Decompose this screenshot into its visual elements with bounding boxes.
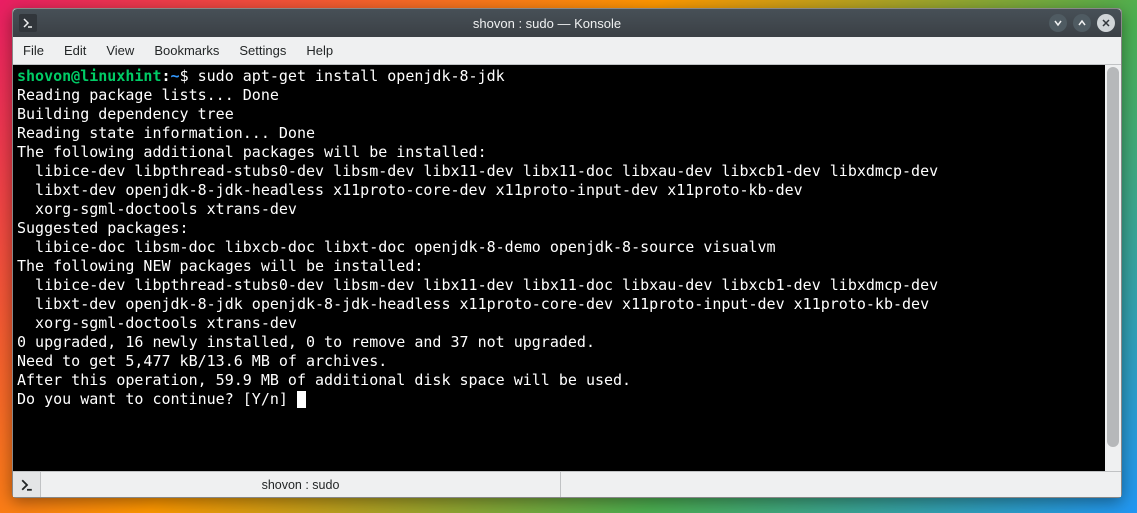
output-line: libice-dev libpthread-stubs0-dev libsm-d… <box>17 276 938 294</box>
menu-help[interactable]: Help <box>306 43 333 58</box>
output-line: xorg-sgml-doctools xtrans-dev <box>17 314 297 332</box>
output-line: Reading package lists... Done <box>17 86 279 104</box>
output-line: libxt-dev openjdk-8-jdk openjdk-8-jdk-he… <box>17 295 929 313</box>
output-line: libxt-dev openjdk-8-jdk-headless x11prot… <box>17 181 803 199</box>
maximize-button[interactable] <box>1073 14 1091 32</box>
tabbar: shovon : sudo <box>13 471 1121 497</box>
command-text: sudo apt-get install openjdk-8-jdk <box>189 67 505 85</box>
konsole-window: shovon : sudo — Konsole File Edit View B… <box>12 8 1122 498</box>
cursor-icon <box>297 391 306 408</box>
tab-label: shovon : sudo <box>262 478 340 492</box>
terminal-container: shovon@linuxhint:~$ sudo apt-get install… <box>13 65 1121 471</box>
menu-file[interactable]: File <box>23 43 44 58</box>
output-line: Suggested packages: <box>17 219 189 237</box>
prompt-colon: : <box>162 67 171 85</box>
output-line: 0 upgraded, 16 newly installed, 0 to rem… <box>17 333 595 351</box>
close-button[interactable] <box>1097 14 1115 32</box>
menu-bookmarks[interactable]: Bookmarks <box>154 43 219 58</box>
new-tab-button[interactable] <box>13 472 41 497</box>
prompt-user-host: shovon@linuxhint <box>17 67 162 85</box>
titlebar[interactable]: shovon : sudo — Konsole <box>13 9 1121 37</box>
output-line: libice-doc libsm-doc libxcb-doc libxt-do… <box>17 238 776 256</box>
menu-settings[interactable]: Settings <box>239 43 286 58</box>
output-line: Need to get 5,477 kB/13.6 MB of archives… <box>17 352 387 370</box>
output-line: The following NEW packages will be insta… <box>17 257 423 275</box>
menu-edit[interactable]: Edit <box>64 43 86 58</box>
output-line: libice-dev libpthread-stubs0-dev libsm-d… <box>17 162 938 180</box>
menu-view[interactable]: View <box>106 43 134 58</box>
window-title: shovon : sudo — Konsole <box>45 16 1049 31</box>
output-line: Reading state information... Done <box>17 124 315 142</box>
output-line: The following additional packages will b… <box>17 143 487 161</box>
output-line: xorg-sgml-doctools xtrans-dev <box>17 200 297 218</box>
prompt-dollar: $ <box>180 67 189 85</box>
scrollbar[interactable] <box>1105 65 1121 471</box>
terminal[interactable]: shovon@linuxhint:~$ sudo apt-get install… <box>13 65 1105 471</box>
prompt-path: ~ <box>171 67 180 85</box>
scrollbar-thumb[interactable] <box>1107 67 1119 447</box>
output-line: Building dependency tree <box>17 105 297 123</box>
app-icon <box>19 14 37 32</box>
output-line: After this operation, 59.9 MB of additio… <box>17 371 631 389</box>
minimize-button[interactable] <box>1049 14 1067 32</box>
window-controls <box>1049 14 1115 32</box>
tab-active[interactable]: shovon : sudo <box>41 472 561 497</box>
output-line: Do you want to continue? [Y/n] <box>17 390 297 408</box>
menubar: File Edit View Bookmarks Settings Help <box>13 37 1121 65</box>
